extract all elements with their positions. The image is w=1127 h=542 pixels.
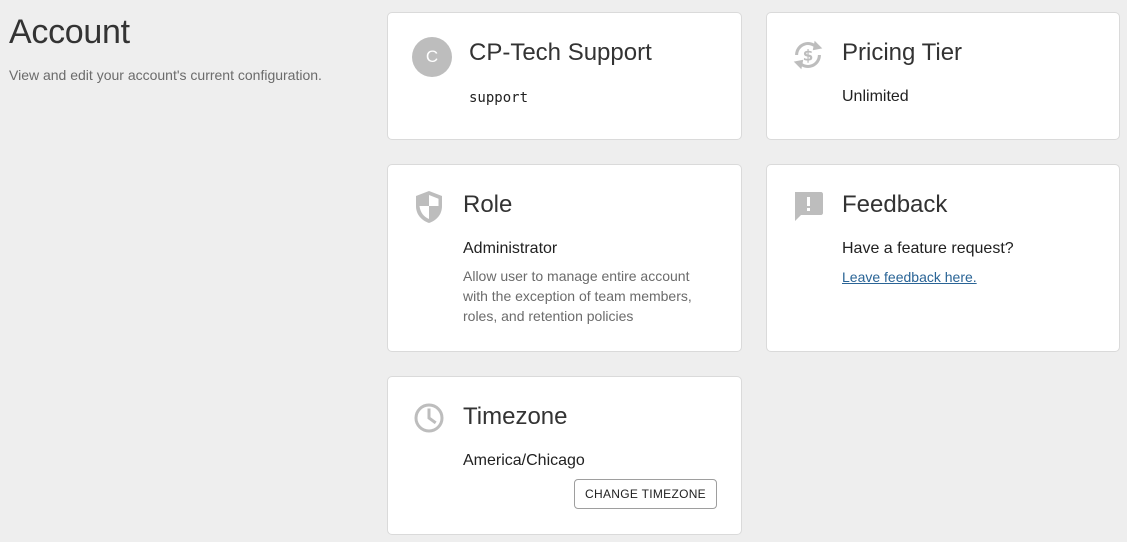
role-card: Role Administrator Allow user to manage … (387, 164, 742, 352)
page-subtitle: View and edit your account's current con… (9, 67, 322, 83)
account-card: C CP-Tech Support support (387, 12, 742, 140)
role-title: Role (463, 191, 513, 218)
feedback-title: Feedback (842, 191, 948, 218)
pricing-tier-card: $ Pricing Tier Unlimited (766, 12, 1120, 140)
shield-icon (409, 187, 449, 227)
avatar: C (412, 37, 452, 77)
change-timezone-button[interactable]: CHANGE TIMEZONE (574, 479, 717, 509)
clock-icon (409, 398, 449, 438)
leave-feedback-link[interactable]: Leave feedback here. (842, 268, 977, 286)
page-header: Account View and edit your account's cur… (9, 12, 369, 84)
timezone-card: Timezone America/Chicago CHANGE TIMEZONE (387, 376, 742, 535)
pricing-tier-value: Unlimited (842, 88, 909, 105)
role-description: Allow user to manage entire account with… (463, 268, 692, 324)
dollar-refresh-icon: $ (788, 35, 828, 75)
pricing-tier-title: Pricing Tier (842, 39, 963, 66)
timezone-title: Timezone (463, 403, 568, 430)
feedback-card: Feedback Have a feature request? Leave f… (766, 164, 1120, 352)
page-title: Account (9, 13, 130, 51)
timezone-value: America/Chicago (463, 452, 585, 469)
role-value: Administrator (463, 240, 558, 257)
svg-text:$: $ (803, 47, 814, 65)
account-username: support (469, 90, 529, 106)
feedback-icon (788, 187, 828, 227)
feedback-prompt: Have a feature request? (842, 240, 1014, 257)
account-name: CP-Tech Support (469, 39, 652, 66)
